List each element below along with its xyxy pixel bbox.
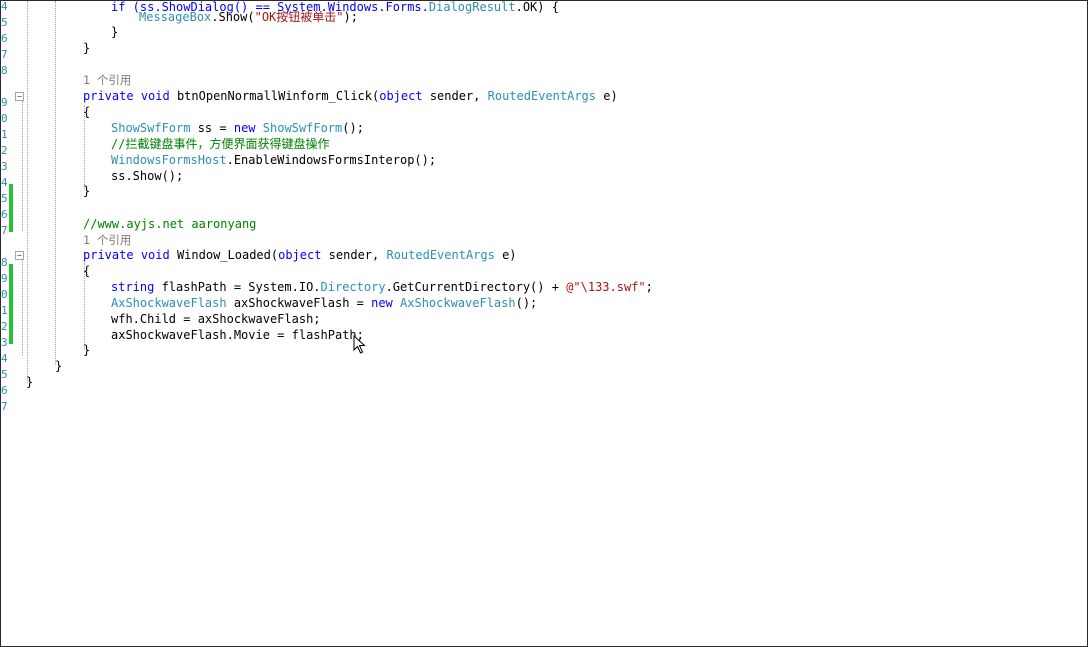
keyword: new	[233, 121, 256, 135]
line-number: 9	[1, 96, 7, 109]
code-line[interactable]: }	[83, 40, 90, 56]
code-text: Window_Loaded(	[169, 248, 279, 262]
line-number: 6	[1, 384, 7, 397]
code-line[interactable]: axShockwaveFlash.Movie = flashPath;	[111, 327, 364, 343]
line-number: 7	[1, 224, 7, 237]
code-line[interactable]: }	[111, 24, 118, 40]
code-text: sender,	[321, 248, 387, 262]
line-number: 3	[1, 160, 7, 173]
line-number: 2	[1, 320, 7, 333]
code-text: axShockwaveFlash =	[226, 296, 372, 310]
code-editor[interactable]: 4 5 6 7 8 9 0 1 2 3 4 5 6 7 8 9 0 1 2 3 …	[0, 0, 1088, 647]
code-line[interactable]: }	[26, 374, 33, 390]
line-number: 1	[1, 304, 7, 317]
code-line[interactable]: }	[83, 342, 90, 358]
code-text: ();	[515, 296, 538, 310]
line-number: 9	[1, 272, 7, 285]
type-name: RoutedEventArgs	[386, 248, 495, 262]
code-text: ;	[645, 280, 653, 294]
type-name: DialogResult	[428, 0, 516, 14]
code-text: sender,	[422, 89, 488, 103]
fold-region-line	[22, 101, 23, 231]
line-number: 5	[1, 16, 7, 29]
code-line[interactable]: private void btnOpenNormallWinform_Click…	[83, 88, 618, 104]
indent-guide	[55, 1, 56, 365]
reference-count-codelens[interactable]: 1 个引用	[83, 72, 131, 88]
code-text: e)	[596, 89, 618, 103]
type-name: ShowSwfForm	[111, 121, 191, 135]
type-name: ShowSwfForm	[262, 121, 343, 135]
code-line[interactable]: ShowSwfForm ss = new ShowSwfForm();	[111, 120, 364, 136]
line-number: 6	[1, 32, 7, 45]
line-number: 8	[1, 64, 7, 77]
code-line[interactable]: AxShockwaveFlash axShockwaveFlash = new …	[111, 295, 537, 311]
type-name: WindowsFormsHost	[111, 153, 227, 167]
line-number: 5	[1, 192, 7, 205]
code-line[interactable]: string flashPath = System.IO.Directory.G…	[111, 279, 653, 295]
mouse-pointer-icon	[353, 335, 366, 354]
keyword: private	[83, 89, 134, 103]
code-text: );	[343, 10, 358, 24]
type-name: Directory	[320, 280, 386, 294]
code-line[interactable]: WindowsFormsHost.EnableWindowsFormsInter…	[111, 152, 436, 168]
keyword: void	[140, 89, 170, 103]
line-number: 7	[1, 400, 7, 413]
code-line[interactable]: {	[83, 104, 90, 120]
code-text: .EnableWindowsFormsInterop();	[226, 153, 437, 167]
type-name: RoutedEventArgs	[487, 89, 596, 103]
keyword: object	[278, 248, 322, 262]
line-number: 1	[1, 128, 7, 141]
line-number: 4	[1, 176, 7, 189]
keyword: new	[371, 296, 393, 310]
string-literal: "OK按钮被单击"	[254, 10, 344, 24]
keyword: string	[111, 280, 155, 294]
code-line[interactable]: private void Window_Loaded(object sender…	[83, 247, 517, 263]
code-text: ();	[342, 121, 364, 135]
line-number: 6	[1, 208, 7, 221]
keyword: void	[140, 248, 170, 262]
line-number: 7	[1, 48, 7, 61]
line-number: 2	[1, 144, 7, 157]
code-comment[interactable]: //拦截键盘事件，方便界面获得键盘操作	[111, 136, 329, 152]
keyword: object	[379, 89, 423, 103]
keyword: private	[83, 248, 134, 262]
reference-count-codelens[interactable]: 1 个引用	[83, 232, 131, 248]
type-name: AxShockwaveFlash	[111, 296, 227, 310]
code-text: ss =	[190, 121, 234, 135]
code-text: .GetCurrentDirectory() +	[385, 280, 567, 294]
code-line[interactable]: {	[83, 263, 90, 279]
type-name: AxShockwaveFlash	[400, 296, 516, 310]
code-text: flashPath = System.IO.	[154, 280, 321, 294]
line-number: 5	[1, 368, 7, 381]
code-line[interactable]: ss.Show();	[111, 168, 183, 184]
code-line[interactable]: }	[83, 183, 90, 199]
line-number: 8	[1, 256, 7, 269]
change-indicator	[9, 184, 13, 232]
line-number: 0	[1, 288, 7, 301]
code-line[interactable]: }	[55, 358, 62, 374]
string-literal: @"\133.swf"	[566, 280, 646, 294]
code-comment[interactable]: //www.ayjs.net aaronyang	[83, 216, 256, 232]
code-text: .OK) {	[515, 0, 559, 14]
indent-guide	[27, 1, 28, 383]
change-indicator	[9, 264, 13, 344]
code-text: .Show(	[211, 10, 255, 24]
type-name: MessageBox	[139, 10, 212, 24]
line-number: 3	[1, 336, 7, 349]
code-line[interactable]: MessageBox.Show("OK按钮被单击");	[139, 9, 358, 25]
code-text: e)	[494, 248, 517, 262]
code-line[interactable]: wfh.Child = axShockwaveFlash;	[111, 311, 321, 327]
collapse-minus-icon[interactable]: −	[15, 92, 24, 101]
line-number: 4	[1, 352, 7, 365]
code-text: btnOpenNormallWinform_Click(	[169, 89, 380, 103]
fold-region-line	[22, 259, 23, 355]
line-number: 0	[1, 112, 7, 125]
line-number: 4	[1, 0, 7, 13]
